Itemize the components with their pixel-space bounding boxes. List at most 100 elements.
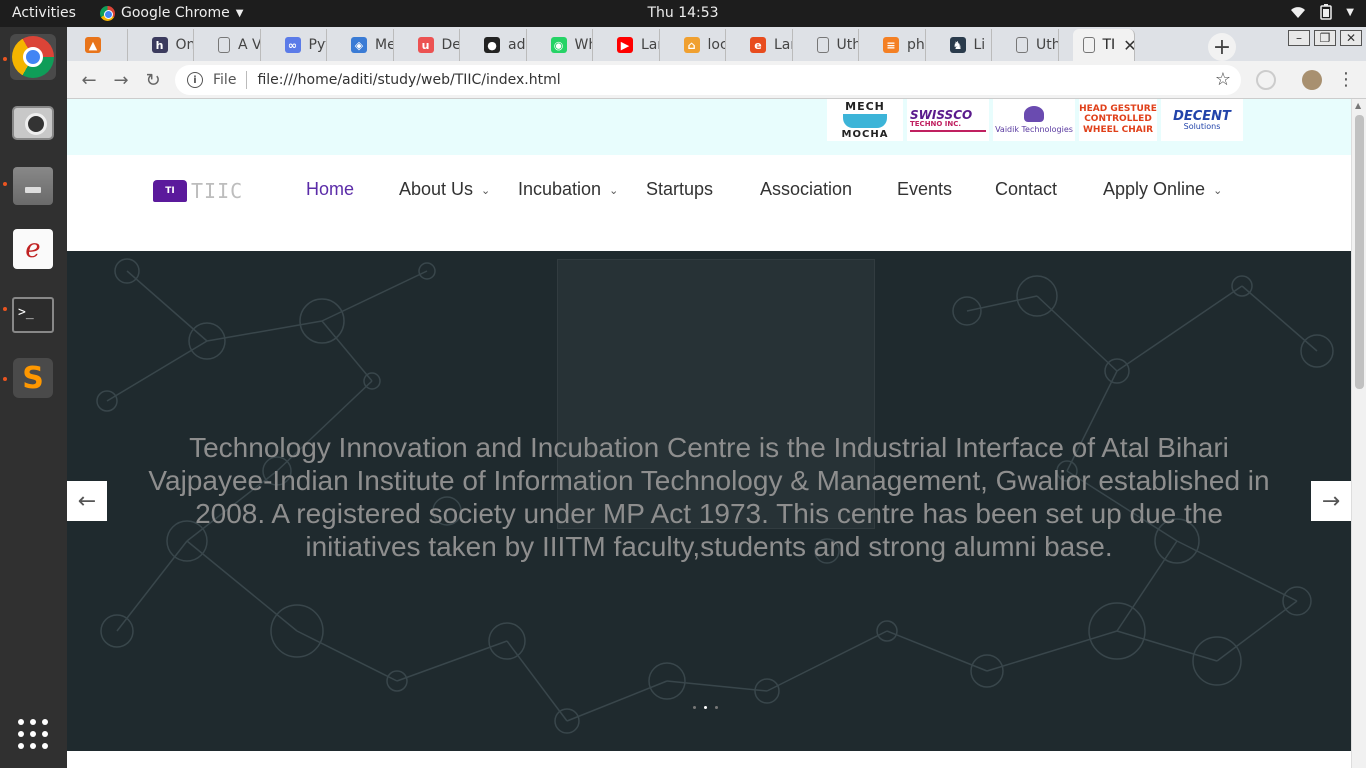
- sponsor-logo-swissco[interactable]: SWISSCO TECHNO INC.: [907, 99, 989, 141]
- nav-events[interactable]: Events: [897, 179, 952, 200]
- info-icon[interactable]: i: [187, 72, 203, 88]
- carousel-prev-button[interactable]: ←: [67, 481, 107, 521]
- sponsor-text: SWISSCO: [910, 107, 973, 122]
- browser-tab[interactable]: ≡ php: [873, 29, 926, 61]
- browser-tab[interactable]: ▲: [75, 29, 128, 61]
- nav-contact[interactable]: Contact: [995, 179, 1057, 200]
- tiic-logo-icon: TI: [153, 180, 187, 202]
- site-logo[interactable]: TI TIIC: [153, 179, 243, 203]
- browser-tab[interactable]: ▶ Lara: [607, 29, 660, 61]
- browser-tab[interactable]: ∞ Pytho: [275, 29, 327, 61]
- scroll-up-icon[interactable]: ▲: [1355, 101, 1361, 110]
- browser-tab[interactable]: ● aditi: [474, 29, 527, 61]
- whatsapp-icon: ◉: [550, 37, 567, 53]
- arrow-left-icon: ←: [77, 488, 97, 514]
- sponsor-logo-vaidik[interactable]: Vaidik Technologies: [993, 99, 1075, 141]
- nav-events-label: Events: [897, 179, 953, 199]
- running-indicator: [3, 57, 7, 61]
- menu-kebab-icon[interactable]: ⋮: [1337, 69, 1355, 90]
- browser-tab[interactable]: ◈ Meth: [341, 29, 394, 61]
- chevron-down-icon: ⌄: [481, 185, 491, 197]
- chevron-down-icon: ▼: [235, 7, 244, 19]
- sponsor-logo-mech-mocha[interactable]: MECH MOCHA: [827, 99, 903, 141]
- browser-tab[interactable]: e Lara: [740, 29, 793, 61]
- nav-incubation-label: Incubation: [518, 179, 602, 199]
- browser-tab[interactable]: ◉ Wha: [541, 29, 593, 61]
- camera-icon: [12, 106, 54, 140]
- tab-title: Lara: [774, 37, 792, 53]
- nav-association[interactable]: Association: [760, 179, 852, 200]
- system-menu[interactable]: ▼: [1290, 4, 1354, 20]
- carousel-dot[interactable]: [715, 706, 718, 709]
- restore-button[interactable]: ❐: [1314, 30, 1336, 46]
- bookmark-star-icon[interactable]: ☆: [1215, 69, 1231, 90]
- tab-title: Utha: [1036, 37, 1058, 53]
- terminal-icon: >_: [12, 297, 54, 333]
- close-tab-icon[interactable]: ✕: [1123, 36, 1133, 55]
- tab-title: php: [907, 37, 925, 53]
- running-indicator: [3, 182, 7, 186]
- dock-terminal[interactable]: >_: [10, 292, 56, 338]
- browser-tab[interactable]: u Deep: [408, 29, 460, 61]
- nav-apply-online[interactable]: Apply Online ⌄: [1103, 179, 1222, 200]
- nav-incubation[interactable]: Incubation ⌄: [518, 179, 618, 200]
- browser-tab[interactable]: A Vis: [208, 29, 261, 61]
- reload-button[interactable]: ↻: [142, 69, 164, 91]
- nav-startups[interactable]: Startups: [646, 179, 713, 200]
- running-indicator: [3, 377, 7, 381]
- tab-title: A Vis: [238, 37, 261, 53]
- tab-title: TI: [1102, 37, 1116, 53]
- youtube-icon: ▶: [617, 37, 633, 53]
- launcher-dock: ℯ >_ S: [0, 27, 67, 768]
- address-bar[interactable]: i File file:///home/aditi/study/web/TIIC…: [175, 65, 1241, 95]
- browser-tab[interactable]: Utha: [1006, 29, 1059, 61]
- browser-tab[interactable]: ⌂ local: [674, 29, 726, 61]
- chrome-icon: [100, 5, 115, 21]
- show-applications-button[interactable]: [10, 711, 56, 757]
- dock-files[interactable]: [10, 163, 56, 209]
- nav-about-us[interactable]: About Us ⌄: [399, 179, 490, 200]
- dock-sublime[interactable]: S: [10, 355, 56, 401]
- tab-strip: ▲ h Onlin A Vis ∞ Pytho ◈ Meth u Deep ● aditi ◉ Wha ▶ L…: [67, 27, 1366, 61]
- nav-home[interactable]: Home: [306, 179, 354, 200]
- forward-button[interactable]: →: [110, 69, 132, 91]
- document-icon: [1016, 37, 1028, 53]
- browser-toolbar: ← → ↻ i File file:///home/aditi/study/we…: [67, 61, 1366, 99]
- close-window-button[interactable]: ✕: [1340, 30, 1362, 46]
- tutorial-icon: e: [750, 37, 766, 53]
- minimize-button[interactable]: –: [1288, 30, 1310, 46]
- tiic-wordmark: TIIC: [191, 179, 244, 203]
- tab-title: aditi: [508, 37, 526, 53]
- back-button[interactable]: ←: [78, 69, 100, 91]
- chevron-down-icon: ⌄: [1213, 185, 1223, 197]
- sponsor-text: CONTROLLED WHEEL CHAIR: [1083, 113, 1154, 135]
- tab-active[interactable]: TI ✕: [1072, 29, 1135, 61]
- scrollbar-thumb[interactable]: [1355, 115, 1364, 389]
- carousel-dot-active[interactable]: [704, 706, 707, 709]
- nav-contact-label: Contact: [995, 179, 1058, 199]
- dock-chrome[interactable]: [10, 34, 56, 80]
- sponsor-logo-wheel-chair[interactable]: HEAD GESTURE CONTROLLED WHEEL CHAIR: [1079, 99, 1157, 141]
- profile-avatar[interactable]: [1302, 70, 1322, 90]
- new-tab-button[interactable]: +: [1208, 33, 1236, 61]
- browser-tab[interactable]: ♞ Li: [940, 29, 992, 61]
- carousel-next-button[interactable]: →: [1311, 481, 1351, 521]
- extension-reload-icon[interactable]: [1256, 70, 1276, 90]
- app-menu[interactable]: Google Chrome ▼: [100, 5, 243, 21]
- dock-screenshot[interactable]: [10, 100, 56, 146]
- page-scrollbar[interactable]: ▲: [1351, 99, 1366, 768]
- lichess-icon: ♞: [949, 37, 966, 53]
- nav-association-label: Association: [760, 179, 853, 199]
- activities-button[interactable]: Activities: [12, 5, 76, 21]
- battery-icon: [1320, 4, 1333, 20]
- address-url[interactable]: file:///home/aditi/study/web/TIIC/index.…: [257, 72, 560, 88]
- nav-startups-label: Startups: [646, 179, 714, 199]
- tab-title: Deep: [441, 37, 460, 53]
- dock-document-viewer[interactable]: ℯ: [10, 226, 56, 272]
- browser-tab[interactable]: Utha: [807, 29, 859, 61]
- sponsor-bar: MECH MOCHA SWISSCO TECHNO INC. Vaidik Te…: [67, 99, 1351, 155]
- browser-tab[interactable]: h Onlin: [142, 29, 194, 61]
- carousel-dot[interactable]: [693, 706, 696, 709]
- sponsor-text: MECH: [845, 99, 885, 113]
- sponsor-logo-decent[interactable]: DECENT Solutions: [1161, 99, 1243, 141]
